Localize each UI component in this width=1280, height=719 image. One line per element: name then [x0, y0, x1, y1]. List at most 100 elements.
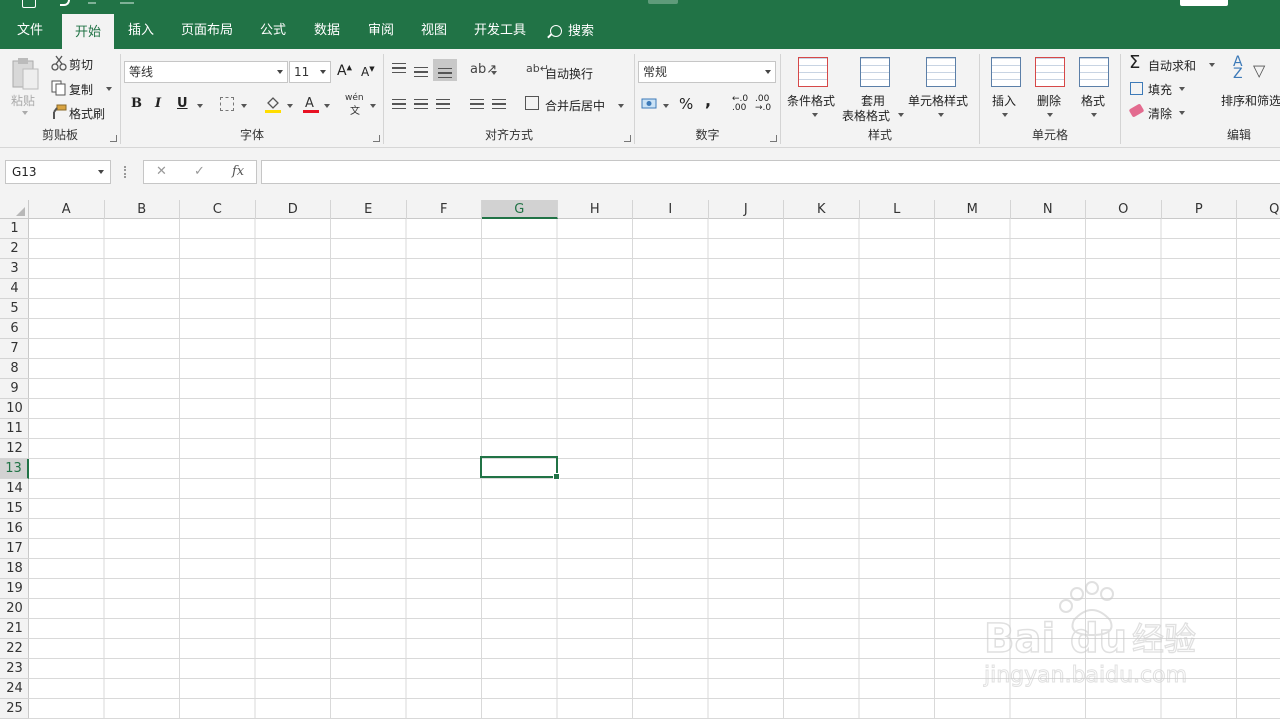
decrease-indent-icon[interactable] — [470, 99, 484, 109]
merge-center-button[interactable]: 合并后居中 — [545, 97, 605, 114]
insert-function-icon[interactable]: fx — [232, 164, 244, 179]
number-format-select[interactable]: 常规 — [638, 61, 776, 83]
increase-font-icon[interactable]: A▲ — [337, 63, 352, 79]
tab-view[interactable]: 视图 — [410, 14, 458, 49]
number-launcher-icon[interactable] — [770, 135, 777, 142]
align-left-icon[interactable] — [392, 99, 406, 109]
format-as-table-dropdown-icon[interactable] — [898, 113, 904, 117]
conditional-dropdown-icon[interactable] — [812, 113, 818, 117]
row-header-15[interactable]: 15 — [0, 499, 29, 519]
column-header-i[interactable]: I — [633, 200, 709, 219]
cut-button[interactable]: 剪切 — [69, 56, 93, 73]
bold-button[interactable]: B — [131, 96, 142, 111]
insert-cells-button[interactable]: 插入 — [992, 92, 1016, 109]
clear-dropdown-icon[interactable] — [1179, 111, 1185, 115]
row-header-13[interactable]: 13 — [0, 459, 29, 479]
row-header-19[interactable]: 19 — [0, 579, 29, 599]
sign-in-button[interactable] — [1180, 0, 1228, 6]
format-cells-button[interactable]: 格式 — [1081, 92, 1105, 109]
format-dropdown-icon[interactable] — [1091, 113, 1097, 117]
underline-dropdown-icon[interactable] — [197, 104, 203, 108]
undo-icon[interactable] — [60, 0, 70, 6]
tab-insert[interactable]: 插入 — [116, 14, 166, 49]
row-header-5[interactable]: 5 — [0, 299, 29, 319]
row-header-18[interactable]: 18 — [0, 559, 29, 579]
column-header-g[interactable]: G — [482, 200, 558, 219]
row-header-24[interactable]: 24 — [0, 679, 29, 699]
tab-data[interactable]: 数据 — [303, 14, 351, 49]
row-header-23[interactable]: 23 — [0, 659, 29, 679]
row-header-6[interactable]: 6 — [0, 319, 29, 339]
wrap-text-button[interactable]: 自动换行 — [545, 65, 593, 82]
increase-indent-icon[interactable] — [492, 99, 506, 109]
tab-file[interactable]: 文件 — [5, 14, 55, 49]
align-center-icon[interactable] — [414, 99, 428, 109]
phonetic-dropdown-icon[interactable] — [370, 104, 376, 108]
tab-formulas[interactable]: 公式 — [249, 14, 297, 49]
top-align-icon[interactable] — [392, 63, 406, 73]
redo-icon[interactable] — [88, 0, 96, 4]
format-painter-button[interactable]: 格式刷 — [69, 105, 105, 122]
delete-dropdown-icon[interactable] — [1047, 113, 1053, 117]
column-header-e[interactable]: E — [331, 200, 407, 219]
name-box[interactable]: G13 — [5, 160, 111, 184]
accounting-format-icon[interactable] — [641, 96, 661, 115]
merge-dropdown-icon[interactable] — [618, 104, 624, 108]
column-header-d[interactable]: D — [256, 200, 331, 219]
column-header-p[interactable]: P — [1162, 200, 1237, 219]
fill-dropdown-icon[interactable] — [1179, 87, 1185, 91]
column-header-k[interactable]: K — [784, 200, 860, 219]
sort-filter-button[interactable]: 排序和筛选 — [1221, 92, 1280, 109]
row-header-2[interactable]: 2 — [0, 239, 29, 259]
row-header-4[interactable]: 4 — [0, 279, 29, 299]
middle-align-icon[interactable] — [414, 67, 428, 77]
tab-developer[interactable]: 开发工具 — [466, 14, 534, 49]
clipboard-launcher-icon[interactable] — [110, 135, 117, 142]
column-header-c[interactable]: C — [180, 200, 256, 219]
font-launcher-icon[interactable] — [373, 135, 380, 142]
row-header-7[interactable]: 7 — [0, 339, 29, 359]
increase-decimal-icon[interactable]: ←.0.00 — [732, 95, 748, 113]
column-header-j[interactable]: J — [709, 200, 784, 219]
column-header-l[interactable]: L — [860, 200, 935, 219]
row-header-1[interactable]: 1 — [0, 219, 29, 239]
italic-button[interactable]: I — [155, 96, 161, 111]
selected-cell[interactable] — [480, 456, 560, 480]
cell-styles-dropdown-icon[interactable] — [938, 113, 944, 117]
column-header-m[interactable]: M — [935, 200, 1011, 219]
copy-button[interactable]: 复制 — [69, 81, 93, 98]
font-size-select[interactable]: 11 — [289, 61, 331, 83]
paste-button[interactable]: 粘贴 — [11, 92, 35, 109]
font-color-dropdown-icon[interactable] — [324, 104, 330, 108]
select-all-button[interactable] — [0, 200, 29, 219]
font-color-icon[interactable]: A — [302, 95, 320, 116]
percent-button[interactable]: % — [679, 95, 693, 113]
row-header-3[interactable]: 3 — [0, 259, 29, 279]
column-header-o[interactable]: O — [1086, 200, 1162, 219]
decrease-font-icon[interactable]: A▼ — [361, 65, 375, 79]
row-header-9[interactable]: 9 — [0, 379, 29, 399]
column-header-f[interactable]: F — [407, 200, 482, 219]
underline-button[interactable]: U — [177, 96, 188, 111]
clear-button[interactable]: 清除 — [1148, 105, 1172, 122]
column-header-h[interactable]: H — [558, 200, 633, 219]
autosum-dropdown-icon[interactable] — [1209, 63, 1215, 67]
column-header-n[interactable]: N — [1011, 200, 1086, 219]
paste-dropdown-icon[interactable] — [22, 111, 28, 115]
orientation-dropdown-icon[interactable] — [491, 71, 497, 75]
accounting-dropdown-icon[interactable] — [663, 104, 669, 108]
column-header-q[interactable]: Q — [1237, 200, 1280, 219]
row-header-25[interactable]: 25 — [0, 699, 29, 719]
format-as-table-button[interactable]: 表格格式 — [842, 107, 890, 124]
row-header-10[interactable]: 10 — [0, 399, 29, 419]
enter-icon[interactable]: ✓ — [194, 164, 205, 179]
decrease-decimal-icon[interactable]: .00 →.0 — [755, 95, 771, 113]
row-header-20[interactable]: 20 — [0, 599, 29, 619]
insert-dropdown-icon[interactable] — [1002, 113, 1008, 117]
customize-qat-icon[interactable] — [120, 0, 134, 4]
cell-area[interactable] — [29, 219, 1280, 719]
copy-dropdown-icon[interactable] — [106, 87, 112, 91]
row-header-21[interactable]: 21 — [0, 619, 29, 639]
column-header-a[interactable]: A — [29, 200, 105, 219]
conditional-formatting-button[interactable]: 条件格式 — [787, 92, 835, 109]
